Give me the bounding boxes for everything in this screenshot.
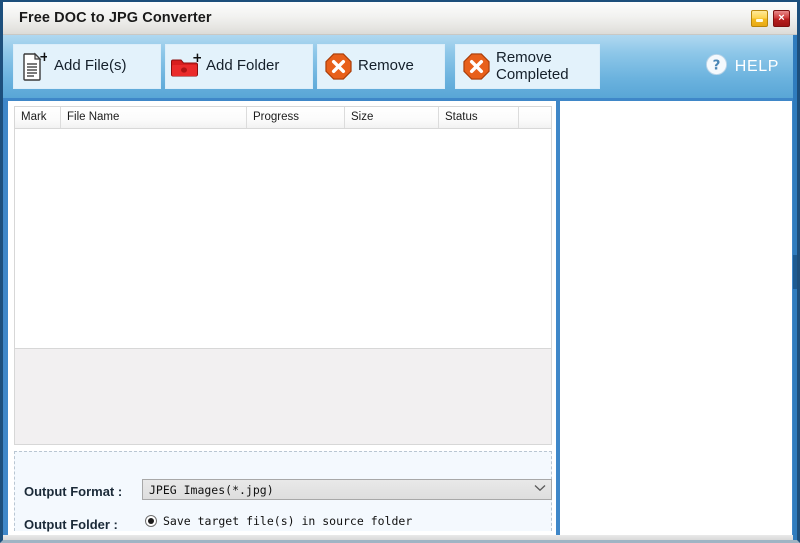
vertical-scrollbar-thumb[interactable] bbox=[793, 255, 797, 289]
remove-completed-label: Remove Completed bbox=[496, 48, 569, 83]
remove-completed-button[interactable]: Remove Completed bbox=[455, 44, 600, 89]
window-title: Free DOC to JPG Converter bbox=[19, 10, 212, 26]
file-list-header: Mark File Name Progress Size Status bbox=[15, 107, 551, 129]
minimize-button[interactable] bbox=[751, 10, 768, 27]
column-header-status[interactable]: Status bbox=[439, 107, 519, 128]
folder-add-icon: + bbox=[166, 53, 206, 81]
document-add-icon: + bbox=[14, 52, 54, 82]
svg-text:+: + bbox=[39, 52, 47, 65]
help-question-icon: ? bbox=[705, 53, 728, 81]
remove-octagon-icon bbox=[318, 53, 358, 80]
toolbar: + Add File(s) + Add Folder Remove Remove… bbox=[3, 35, 797, 98]
help-label: HELP bbox=[734, 58, 779, 75]
file-list-filler bbox=[14, 349, 552, 445]
column-header-mark[interactable]: Mark bbox=[15, 107, 61, 128]
left-panel: Mark File Name Progress Size Status Outp… bbox=[8, 101, 556, 543]
output-folder-label: Output Folder : bbox=[24, 517, 118, 532]
column-header-spacer[interactable] bbox=[519, 107, 551, 128]
close-button[interactable]: × bbox=[773, 10, 790, 27]
remove-label: Remove bbox=[358, 57, 414, 75]
svg-text:+: + bbox=[192, 53, 201, 66]
right-panel bbox=[560, 101, 792, 535]
file-list: Mark File Name Progress Size Status bbox=[14, 106, 552, 349]
svg-text:?: ? bbox=[712, 58, 720, 73]
radio-indicator-save-in-source bbox=[145, 515, 157, 527]
close-icon: × bbox=[778, 12, 785, 24]
chevron-down-icon bbox=[529, 484, 551, 495]
add-folder-label: Add Folder bbox=[206, 57, 280, 75]
radio-save-in-source-folder[interactable]: Save target file(s) in source folder bbox=[145, 514, 412, 528]
content-area: Mark File Name Progress Size Status Outp… bbox=[3, 98, 797, 543]
radio-label-save-in-source: Save target file(s) in source folder bbox=[163, 514, 413, 528]
column-header-size[interactable]: Size bbox=[345, 107, 439, 128]
output-format-value: JPEG Images(*.jpg) bbox=[149, 482, 274, 497]
title-bar: Free DOC to JPG Converter × bbox=[3, 2, 797, 35]
column-header-progress[interactable]: Progress bbox=[247, 107, 345, 128]
output-format-select[interactable]: JPEG Images(*.jpg) bbox=[142, 479, 552, 500]
add-files-label: Add File(s) bbox=[54, 57, 127, 75]
add-files-button[interactable]: + Add File(s) bbox=[13, 44, 161, 89]
column-header-file-name[interactable]: File Name bbox=[61, 107, 247, 128]
output-format-label: Output Format : bbox=[24, 484, 123, 499]
minimize-icon bbox=[756, 19, 763, 22]
status-strip bbox=[3, 535, 797, 540]
add-folder-button[interactable]: + Add Folder bbox=[165, 44, 313, 89]
remove-button[interactable]: Remove bbox=[317, 44, 445, 89]
application-window: Free DOC to JPG Converter × + Add File(s… bbox=[0, 0, 800, 543]
options-controls: Output Format : Output Folder : Processi… bbox=[14, 451, 553, 543]
help-button[interactable]: ? HELP bbox=[705, 53, 779, 81]
remove-completed-octagon-icon bbox=[456, 53, 496, 80]
file-list-body[interactable] bbox=[15, 129, 551, 348]
